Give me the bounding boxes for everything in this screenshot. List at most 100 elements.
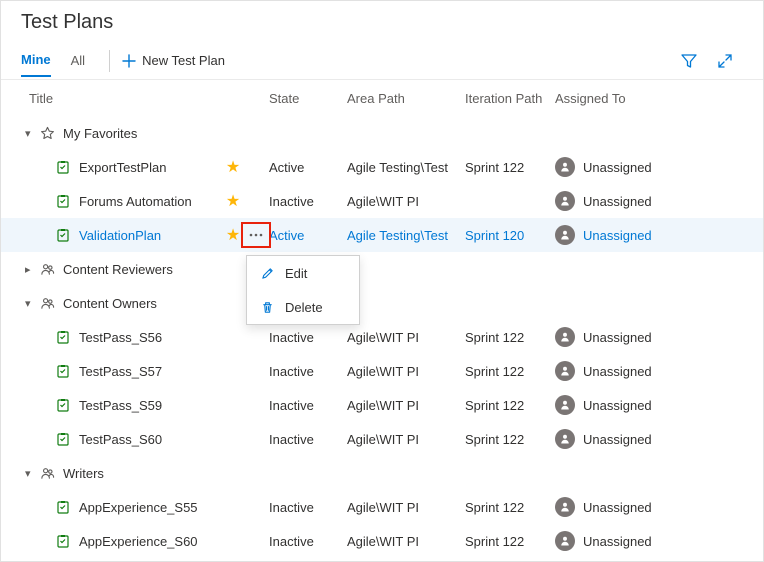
state-cell: Inactive [269,194,347,209]
area-path-cell: Agile Testing\Test [347,160,465,175]
more-actions-button[interactable] [243,156,269,178]
column-iteration-path[interactable]: Iteration Path [465,91,555,106]
column-area-path[interactable]: Area Path [347,91,465,106]
state-cell: Active [269,228,347,243]
test-plan-row[interactable]: TestPass_S60InactiveAgile\WIT PISprint 1… [1,422,763,456]
tab-mine[interactable]: Mine [21,44,51,77]
column-state[interactable]: State [269,91,347,106]
assigned-to-text: Unassigned [583,194,652,209]
divider [109,50,110,72]
iteration-path-cell: Sprint 122 [465,534,555,549]
menu-delete[interactable]: Delete [247,290,359,324]
area-path-cell: Agile\WIT PI [347,194,465,209]
test-plan-row[interactable]: TestPass_S56InactiveAgile\WIT PISprint 1… [1,320,763,354]
avatar-icon [555,395,575,415]
more-actions-button[interactable] [243,496,269,518]
area-path-cell: Agile\WIT PI [347,364,465,379]
column-headers: Title State Area Path Iteration Path Ass… [1,80,763,116]
iteration-path-cell: Sprint 122 [465,500,555,515]
test-plan-icon [55,329,71,345]
test-plan-title: AppExperience_S60 [79,534,223,549]
avatar-icon [555,327,575,347]
more-actions-button[interactable] [243,428,269,450]
test-plan-row[interactable]: AppExperience_S60InactiveAgile\WIT PISpr… [1,524,763,558]
expand-icon [717,53,733,69]
more-actions-button[interactable] [243,326,269,348]
assigned-to-cell: Unassigned [555,497,743,517]
area-path-cell: Agile\WIT PI [347,534,465,549]
avatar-icon [555,429,575,449]
edit-icon [259,265,275,281]
column-title[interactable]: Title [21,91,269,106]
group-row[interactable]: ▾My Favorites [1,116,763,150]
more-actions-button[interactable] [243,224,269,246]
iteration-path-cell: Sprint 122 [465,364,555,379]
assigned-to-cell: Unassigned [555,225,743,245]
assigned-to-cell: Unassigned [555,157,743,177]
assigned-to-cell: Unassigned [555,191,743,211]
favorite-star-icon[interactable]: ★ [223,225,243,245]
test-plan-icon [55,363,71,379]
more-actions-button[interactable] [243,190,269,212]
chevron-icon: ▾ [25,297,39,310]
new-test-plan-button[interactable]: New Test Plan [122,53,225,68]
iteration-path-cell: Sprint 120 [465,228,555,243]
assigned-to-text: Unassigned [583,398,652,413]
assigned-to-text: Unassigned [583,330,652,345]
group-row[interactable]: ▸Content Reviewers [1,252,763,286]
group-icon [39,465,55,481]
state-cell: Inactive [269,330,347,345]
context-menu: Edit Delete [246,255,360,325]
test-plan-title: ExportTestPlan [79,160,223,175]
test-plan-icon [55,499,71,515]
test-plan-row[interactable]: Forums Automation★ InactiveAgile\WIT PI Un… [1,184,763,218]
avatar-icon [555,531,575,551]
test-plan-icon [55,431,71,447]
area-path-cell: Agile Testing\Test [347,228,465,243]
test-plan-title: TestPass_S56 [79,330,223,345]
area-path-cell: Agile\WIT PI [347,330,465,345]
test-plan-row[interactable]: AppExperience_S55 InactiveAgile\WIT PISpr… [1,490,763,524]
column-assigned-to[interactable]: Assigned To [555,91,743,106]
favorite-star-icon[interactable]: ★ [223,191,243,211]
filter-button[interactable] [671,47,707,75]
fullscreen-button[interactable] [707,47,743,75]
test-plan-row[interactable]: ExportTestPlan★ActiveAgile Testing\TestS… [1,150,763,184]
test-plan-title: AppExperience_S55 [79,500,223,515]
avatar-icon [555,191,575,211]
star-icon [39,125,55,141]
tab-all[interactable]: All [71,45,85,76]
test-plan-row[interactable]: TestPass_S59InactiveAgile\WIT PISprint 1… [1,388,763,422]
test-plan-title: TestPass_S57 [79,364,223,379]
more-actions-button[interactable] [243,360,269,382]
iteration-path-cell: Sprint 122 [465,432,555,447]
test-plan-title: TestPass_S59 [79,398,223,413]
group-icon [39,295,55,311]
favorite-star-icon[interactable]: ★ [223,157,243,177]
area-path-cell: Agile\WIT PI [347,432,465,447]
assigned-to-cell: Unassigned [555,361,743,381]
test-plan-row[interactable]: ValidationPlan★ ActiveAgile Testing\TestS… [1,218,763,252]
test-plan-icon [55,159,71,175]
group-row[interactable]: ▾Content Owners [1,286,763,320]
group-row[interactable]: ▾Writers [1,456,763,490]
test-plan-icon [55,533,71,549]
chevron-icon: ▸ [25,263,39,276]
assigned-to-cell: Unassigned [555,395,743,415]
test-plan-title: Forums Automation [79,194,223,209]
avatar-icon [555,497,575,517]
toolbar: Mine All New Test Plan [1,42,763,80]
more-actions-button[interactable] [243,394,269,416]
iteration-path-cell: Sprint 122 [465,160,555,175]
menu-edit[interactable]: Edit [247,256,359,290]
test-plan-title: ValidationPlan [79,228,223,243]
assigned-to-cell: Unassigned [555,327,743,347]
test-plan-row[interactable]: TestPass_S57InactiveAgile\WIT PISprint 1… [1,354,763,388]
area-path-cell: Agile\WIT PI [347,500,465,515]
assigned-to-text: Unassigned [583,160,652,175]
group-name: Writers [63,466,269,481]
assigned-to-cell: Unassigned [555,531,743,551]
group-name: My Favorites [63,126,269,141]
state-cell: Inactive [269,500,347,515]
more-actions-button[interactable] [243,530,269,552]
